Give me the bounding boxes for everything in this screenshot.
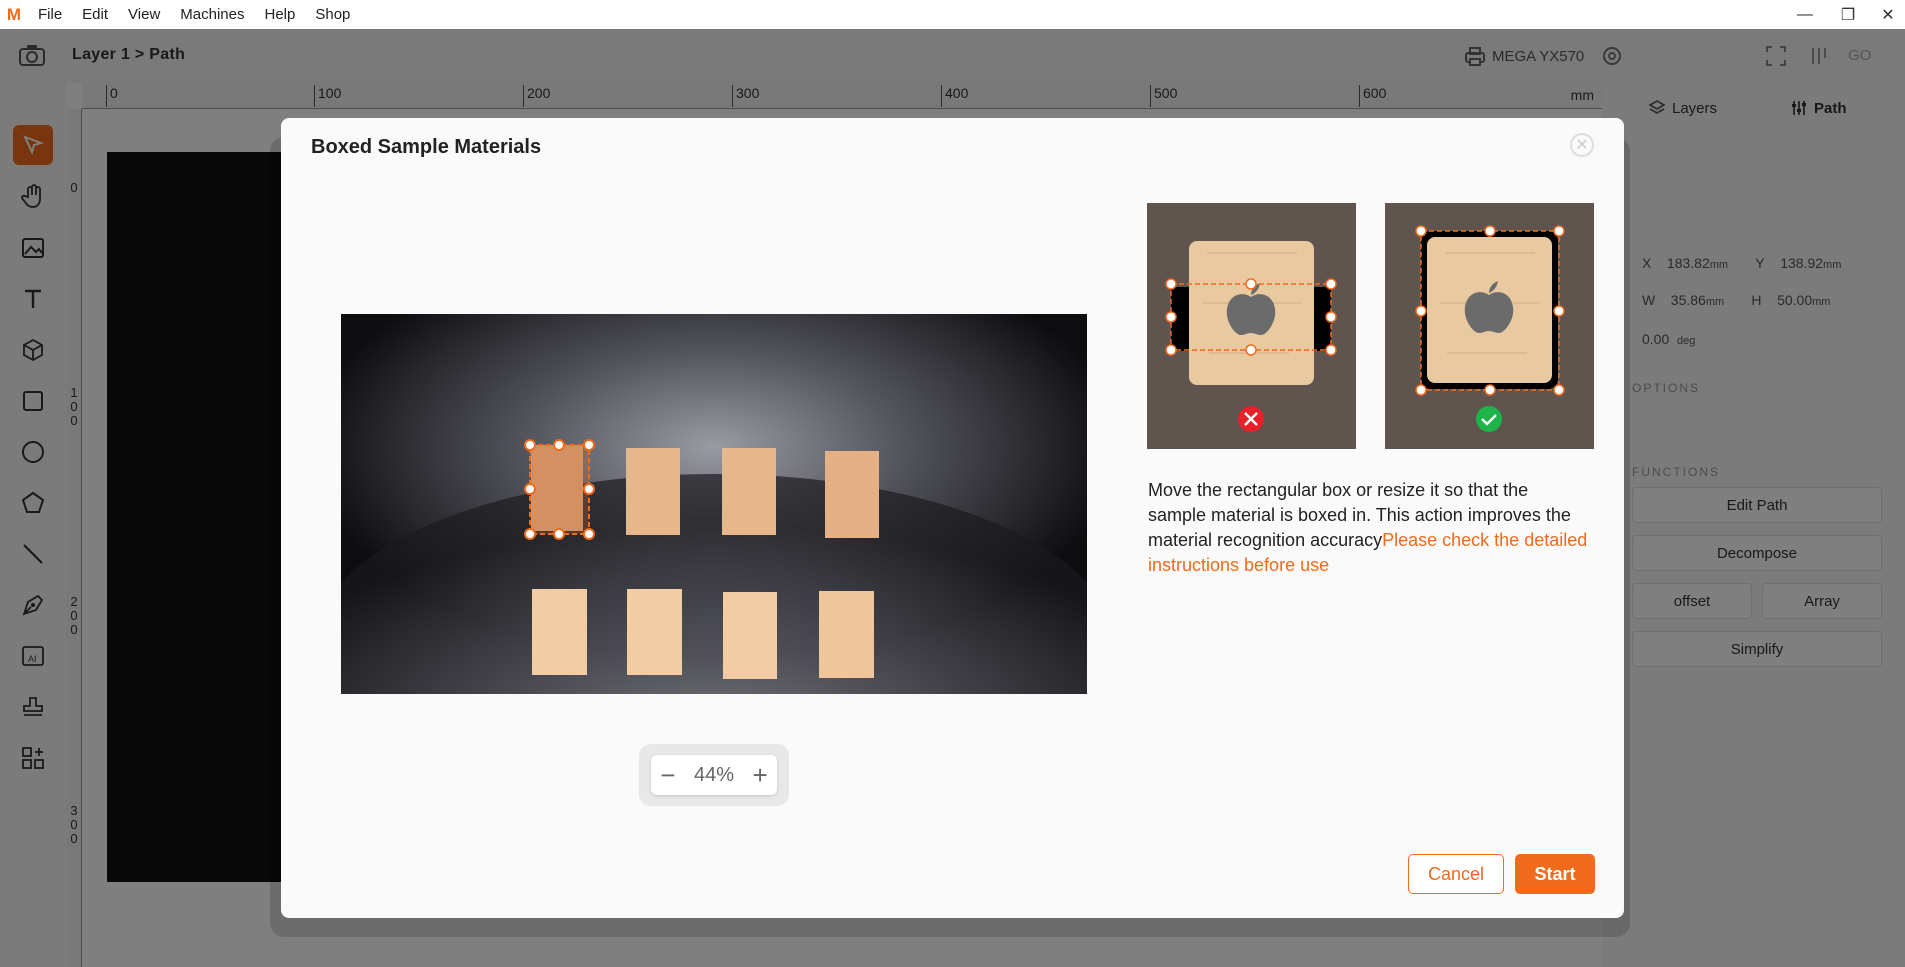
start-button[interactable]: Start xyxy=(1515,854,1595,894)
dialog-close-icon[interactable]: ✕ xyxy=(1570,133,1594,157)
zoom-in-icon[interactable]: + xyxy=(753,762,768,788)
dialog-title: Boxed Sample Materials xyxy=(311,136,542,158)
material-sample xyxy=(825,451,879,538)
camera-preview-image xyxy=(341,314,1087,694)
resize-handle[interactable] xyxy=(583,528,595,540)
material-sample xyxy=(627,589,682,675)
instructions-text: Move the rectangular box or resize it so… xyxy=(1148,478,1588,578)
incorrect-example xyxy=(1147,203,1356,449)
boxed-sample-dialog: Boxed Sample Materials ✕ − 44% + Move th… xyxy=(281,118,1624,918)
resize-handle[interactable] xyxy=(583,439,595,451)
selection-box[interactable] xyxy=(524,439,595,540)
x-icon xyxy=(1238,406,1264,432)
resize-handle[interactable] xyxy=(524,483,536,495)
check-icon xyxy=(1476,406,1502,432)
restore-icon[interactable]: ❐ xyxy=(1830,0,1866,29)
menu-view[interactable]: View xyxy=(118,6,170,23)
menu-help[interactable]: Help xyxy=(254,6,305,23)
menu-shop[interactable]: Shop xyxy=(305,6,360,23)
material-sample xyxy=(723,592,777,679)
material-sample xyxy=(626,448,680,535)
resize-handle[interactable] xyxy=(524,439,536,451)
cancel-button[interactable]: Cancel xyxy=(1408,854,1504,894)
menu-bar: M File Edit View Machines Help Shop — ❐ … xyxy=(0,0,1905,29)
resize-handle[interactable] xyxy=(553,528,565,540)
resize-handle[interactable] xyxy=(553,439,565,451)
resize-handle[interactable] xyxy=(583,483,595,495)
close-icon[interactable]: ✕ xyxy=(1870,0,1905,29)
zoom-control: − 44% + xyxy=(639,744,789,806)
correct-example xyxy=(1385,203,1594,449)
menu-machines[interactable]: Machines xyxy=(170,6,254,23)
menu-edit[interactable]: Edit xyxy=(72,6,118,23)
resize-handle[interactable] xyxy=(524,528,536,540)
minimize-icon[interactable]: — xyxy=(1787,0,1823,29)
app-logo: M xyxy=(6,4,22,24)
camera-preview[interactable] xyxy=(341,314,1087,694)
menu-file[interactable]: File xyxy=(28,6,72,23)
zoom-level: 44% xyxy=(693,763,735,786)
material-sample xyxy=(819,591,874,678)
material-sample xyxy=(722,448,776,535)
material-sample xyxy=(532,589,587,675)
zoom-out-icon[interactable]: − xyxy=(660,762,675,788)
